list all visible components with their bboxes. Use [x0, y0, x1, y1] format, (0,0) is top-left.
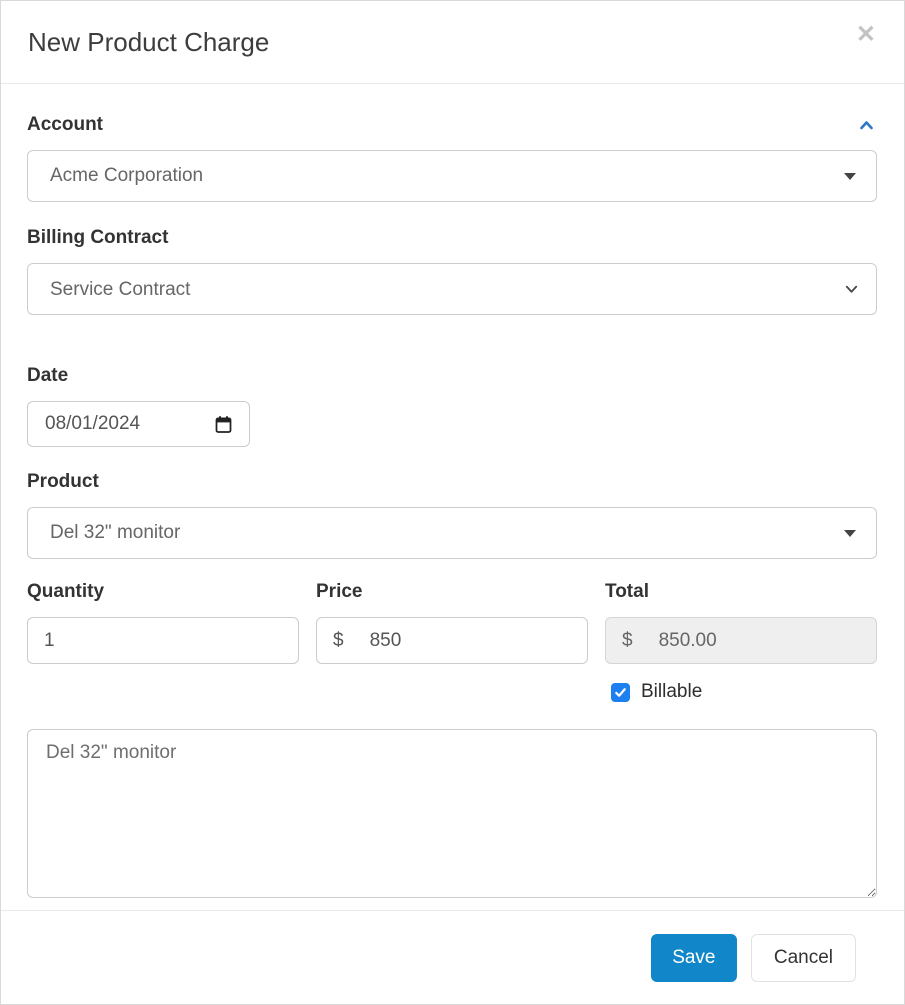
caret-down-icon [844, 529, 856, 537]
quantity-label: Quantity [27, 581, 105, 602]
billable-label[interactable]: Billable [641, 681, 702, 703]
new-product-charge-modal: New Product Charge ✕ Account Acme Corpor… [0, 0, 905, 1005]
description-textarea[interactable]: Del 32" monitor [27, 729, 877, 898]
total-currency-symbol: $ [622, 629, 633, 651]
product-label: Product [27, 471, 99, 492]
price-input[interactable] [369, 629, 571, 652]
modal-body: Account Acme Corporation Billing Contrac… [1, 84, 904, 910]
date-value: 08/01/2024 [45, 413, 141, 434]
modal-title: New Product Charge [28, 26, 270, 57]
price-label: Price [316, 581, 363, 602]
amounts-row: Quantity Price $ Total $ [27, 581, 877, 664]
caret-down-icon [844, 172, 856, 180]
quantity-input[interactable] [27, 617, 299, 664]
product-select[interactable]: Del 32" monitor [27, 507, 877, 559]
billing-contract-select[interactable]: Service Contract [27, 263, 877, 315]
save-button[interactable]: Save [650, 933, 737, 982]
quantity-column: Quantity [27, 581, 299, 664]
modal-header: New Product Charge ✕ [1, 1, 904, 84]
close-icon[interactable]: ✕ [856, 23, 876, 47]
billable-row: Billable [27, 681, 877, 703]
billing-contract-select-wrap: Service Contract [27, 263, 877, 315]
cancel-button[interactable]: Cancel [750, 933, 856, 982]
modal-footer: Save Cancel [1, 910, 904, 1004]
price-column: Price $ [316, 581, 588, 664]
billable-field: Billable [605, 681, 877, 703]
total-label: Total [605, 581, 649, 602]
account-select[interactable]: Acme Corporation [27, 150, 877, 202]
check-icon [615, 687, 626, 697]
total-input [658, 629, 860, 652]
price-currency-symbol: $ [333, 629, 344, 651]
billable-checkbox[interactable] [611, 682, 630, 702]
price-input-group: $ [316, 617, 588, 664]
total-column: Total $ [605, 581, 877, 664]
account-label: Account [27, 114, 103, 135]
product-select-value: Del 32" monitor [50, 522, 181, 543]
billing-contract-label: Billing Contract [27, 227, 169, 248]
chevron-up-icon[interactable] [856, 116, 877, 134]
calendar-icon[interactable] [213, 414, 234, 435]
date-input[interactable]: 08/01/2024 [27, 401, 250, 447]
date-label: Date [27, 365, 69, 386]
account-select-value: Acme Corporation [50, 165, 204, 186]
total-input-group: $ [605, 617, 877, 664]
account-section-header: Account [27, 114, 877, 136]
